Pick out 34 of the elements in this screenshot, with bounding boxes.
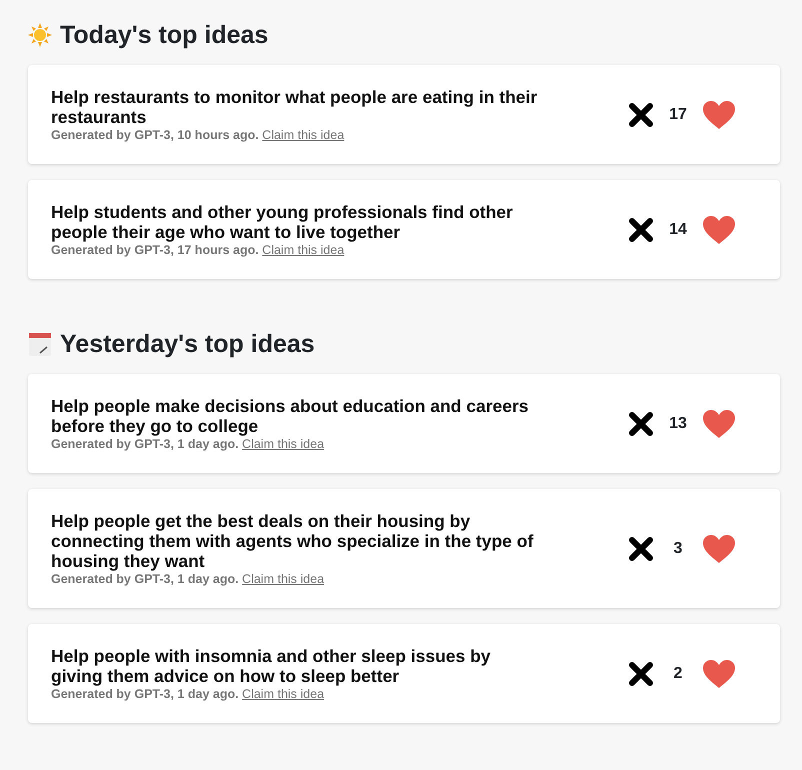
idea-meta: Generated by GPT-3, 1 day ago. Claim this idea <box>51 686 326 702</box>
idea-title: Help people with insomnia and other sleep issues by giving them advice on how to sleep better <box>51 646 492 686</box>
dismiss-button[interactable] <box>628 218 654 242</box>
like-button[interactable] <box>702 409 736 439</box>
claim-link[interactable]: Claim this idea <box>242 687 324 701</box>
claim-link[interactable]: Claim this idea <box>242 572 324 586</box>
like-button[interactable] <box>702 215 736 245</box>
sun-icon <box>28 23 52 47</box>
idea-title: Help students and other young professionals find other people their age who want to live together <box>51 202 514 242</box>
section-heading: Today's top ideas <box>60 20 268 50</box>
idea-meta: Generated by GPT-3, 1 day ago. Claim this idea <box>51 571 326 587</box>
dismiss-button[interactable] <box>628 103 654 127</box>
idea-meta: Generated by GPT-3, 10 hours ago. Claim this idea <box>51 127 346 143</box>
like-button[interactable] <box>702 534 736 564</box>
claim-link[interactable]: Claim this idea <box>262 243 344 257</box>
dismiss-button[interactable] <box>628 662 654 686</box>
claim-link[interactable]: Claim this idea <box>242 437 324 451</box>
notepad-icon <box>28 331 52 357</box>
vote-count: 2 <box>672 664 684 684</box>
section-heading: Yesterday's top ideas <box>60 329 315 359</box>
vote-count: 3 <box>672 539 684 559</box>
idea-title: Help restaurants to monitor what people are eating in their restaurants <box>51 87 538 127</box>
dismiss-button[interactable] <box>628 412 654 436</box>
idea-meta: Generated by GPT-3, 1 day ago. Claim this idea <box>51 436 326 452</box>
vote-count: 14 <box>668 220 688 240</box>
vote-count: 13 <box>668 414 688 434</box>
dismiss-button[interactable] <box>628 537 654 561</box>
like-button[interactable] <box>702 659 736 689</box>
idea-title: Help people make decisions about education and careers before they go to college <box>51 396 530 436</box>
claim-link[interactable]: Claim this idea <box>262 128 344 142</box>
idea-title: Help people get the best deals on their housing by connecting them with agents who specialize in the type of housing they want <box>51 511 534 571</box>
vote-count: 17 <box>668 105 688 125</box>
like-button[interactable] <box>702 100 736 130</box>
idea-meta: Generated by GPT-3, 17 hours ago. Claim this idea <box>51 242 346 258</box>
